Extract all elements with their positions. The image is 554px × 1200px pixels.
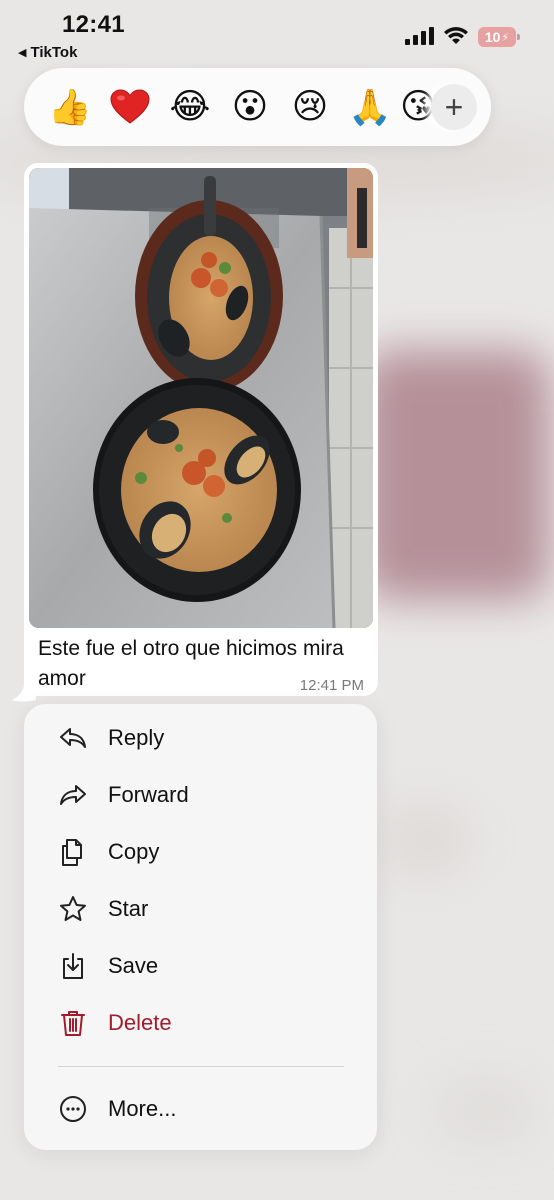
menu-item-label: Save (108, 953, 159, 978)
menu-item-label: Copy (108, 839, 160, 864)
menu-item-label: More... (108, 1096, 177, 1121)
menu-item-reply[interactable]: Reply (24, 710, 377, 766)
menu-divider (58, 1066, 344, 1067)
menu-item-label: Forward (108, 782, 189, 807)
menu-item-more[interactable]: More... (24, 1081, 377, 1137)
add-reaction-button[interactable]: + (431, 84, 477, 130)
menu-item-star[interactable]: Star (24, 881, 377, 937)
back-triangle-icon: ◀ (18, 47, 27, 59)
menu-item-label: Star (108, 896, 149, 921)
message-timestamp: 12:41 PM (299, 677, 364, 694)
wifi-icon (444, 27, 468, 44)
crying-reaction[interactable]: 😢 (280, 87, 340, 127)
copy-icon (58, 837, 88, 867)
battery-level: 10 (484, 29, 501, 45)
star-icon (58, 894, 88, 924)
menu-item-copy[interactable]: Copy (24, 824, 377, 880)
back-app-label: TikTok (30, 44, 78, 61)
message-bubble[interactable]: Este fue el otro que hicimos mira amor 1… (24, 163, 378, 696)
save-icon (58, 951, 88, 981)
menu-item-forward[interactable]: Forward (24, 767, 377, 823)
status-time: 12:41 (62, 11, 125, 38)
cellular-signal-icon (405, 27, 434, 45)
menu-item-delete[interactable]: Delete (24, 995, 377, 1051)
bubble-tail (12, 684, 36, 702)
menu-item-label: Reply (108, 725, 165, 750)
pray-reaction[interactable]: 🙏 (340, 87, 400, 128)
message-photo[interactable] (29, 168, 373, 628)
laughing-reaction[interactable]: 😂 (160, 87, 220, 127)
reaction-bar: 👍 😂 😮 😢 🙏 😘 + (24, 68, 491, 146)
more-icon (58, 1094, 88, 1124)
reply-icon (58, 723, 88, 753)
food-photo-image (29, 168, 373, 628)
battery-icon: 10 ⚡ (478, 27, 520, 47)
status-bar: 12:41 ◀ TikTok 10 ⚡ (0, 0, 554, 64)
message-context-menu: Reply Forward Copy Star Save Delete More… (24, 704, 377, 1150)
heart-icon (110, 89, 150, 124)
thumbs-up-reaction[interactable]: 👍 (40, 87, 100, 128)
trash-icon (58, 1008, 88, 1038)
forward-icon (58, 780, 88, 810)
menu-item-label: Delete (108, 1010, 172, 1035)
back-to-app-link[interactable]: ◀ TikTok (18, 44, 77, 61)
surprised-reaction[interactable]: 😮 (220, 87, 280, 127)
heart-reaction[interactable] (110, 89, 150, 125)
menu-item-save[interactable]: Save (24, 938, 377, 994)
